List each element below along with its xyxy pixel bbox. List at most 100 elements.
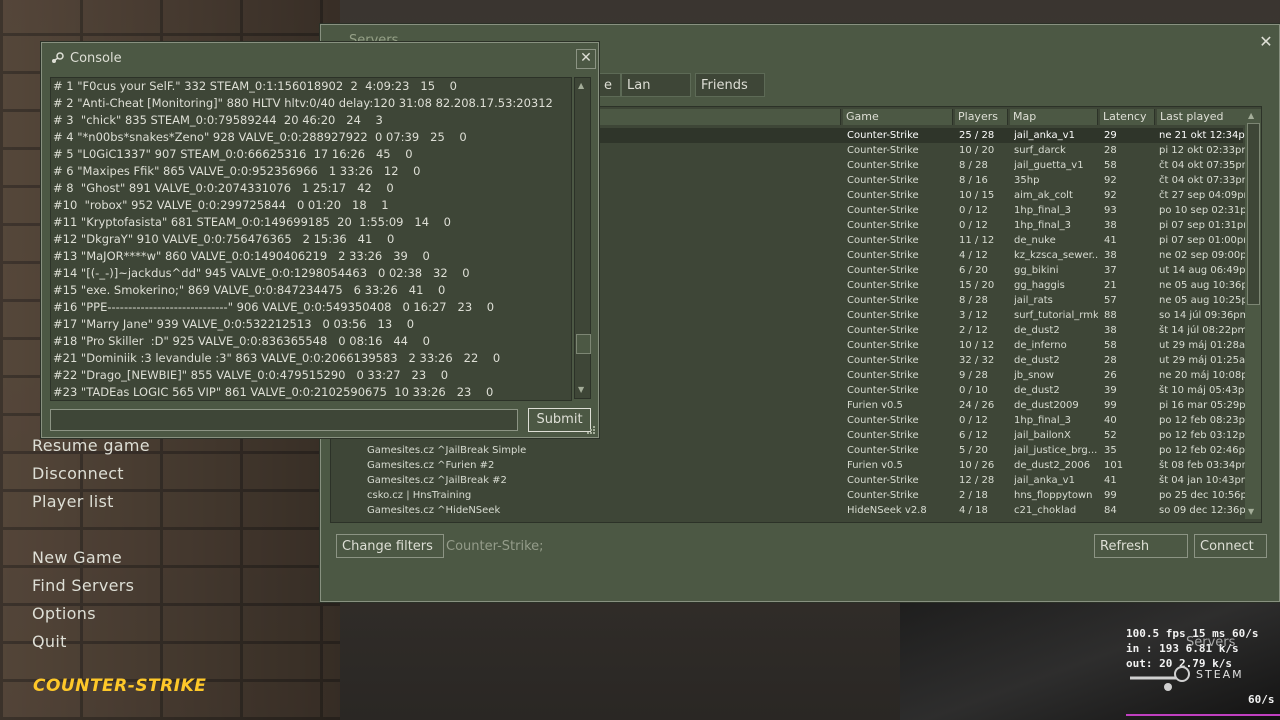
server-latency-cell: 39: [1104, 385, 1117, 396]
server-game-cell: Counter-Strike: [847, 430, 919, 441]
server-row[interactable]: Gamesites.cz ^JailBreak Simple Counter-St…: [331, 443, 1253, 458]
server-scroll-thumb[interactable]: [1247, 123, 1260, 305]
server-last-cell: po 12 feb 08:23pm: [1159, 415, 1253, 426]
menu-options[interactable]: Options: [32, 604, 150, 632]
connect-button[interactable]: Connect: [1194, 534, 1267, 558]
server-game-cell: Counter-Strike: [847, 490, 919, 501]
server-latency-cell: 57: [1104, 295, 1117, 306]
resize-grip-icon[interactable]: [586, 425, 596, 435]
server-last-cell: pi 07 sep 01:31pm: [1159, 220, 1253, 231]
server-map-cell: de_dust2: [1014, 325, 1060, 336]
server-row[interactable]: Gamesites.cz ^Furien #2 Furien v0.5 10 / 2…: [331, 458, 1251, 473]
server-latency-cell: 26: [1104, 370, 1117, 381]
server-players-cell: 12 / 28: [959, 475, 995, 486]
server-players-cell: 6 / 20: [959, 265, 988, 276]
menu-resume-game[interactable]: Resume game: [32, 436, 150, 464]
server-game-cell: Counter-Strike: [847, 265, 919, 276]
menu-quit[interactable]: Quit: [32, 632, 150, 660]
server-last-cell: čt 04 okt 07:33pm: [1159, 175, 1252, 186]
console-scroll-thumb[interactable]: [576, 334, 591, 354]
servers-overlay-label: Servers: [1186, 635, 1236, 650]
server-last-cell: ut 29 máj 01:25am: [1159, 355, 1253, 366]
server-players-cell: 11 / 12: [959, 235, 995, 246]
server-last-cell: so 09 dec 12:36pm: [1159, 505, 1253, 516]
server-map-cell: 35hp: [1014, 175, 1040, 186]
column-latency[interactable]: Latency: [1100, 109, 1155, 125]
filter-summary: Counter-Strike;: [446, 539, 544, 554]
server-row[interactable]: Gamesites.cz ^HideNSeek HideNSeek v2.8 4 /…: [331, 503, 1253, 518]
server-players-cell: 6 / 12: [959, 430, 988, 441]
server-map-cell: jb_snow: [1014, 370, 1054, 381]
server-latency-cell: 38: [1104, 250, 1117, 261]
console-line: #10 "robox" 952 VALVE_0:0:299725844 0 01…: [53, 198, 389, 212]
console-line: #12 "DkgraY" 910 VALVE_0:0:756476365 2 1…: [53, 232, 395, 246]
server-game-cell: Counter-Strike: [847, 205, 919, 216]
servers-close-button[interactable]: ✕: [1257, 33, 1275, 51]
server-game-cell: HideNSeek v2.8: [847, 505, 927, 516]
net-graph-rate: 60/s: [1248, 693, 1275, 706]
server-players-cell: 5 / 20: [959, 445, 988, 456]
server-last-cell: čt 27 sep 04:09pm: [1159, 190, 1253, 201]
server-latency-cell: 92: [1104, 175, 1117, 186]
server-list-scrollbar[interactable]: ▲ ▼: [1245, 109, 1261, 519]
console-close-button[interactable]: ✕: [576, 49, 596, 69]
server-game-cell: Counter-Strike: [847, 235, 919, 246]
menu-spacer: [32, 520, 150, 548]
column-players[interactable]: Players: [955, 109, 1008, 125]
server-map-cell: 1hp_final_3: [1014, 205, 1071, 216]
server-last-cell: pi 16 mar 05:29pm: [1159, 400, 1253, 411]
column-game[interactable]: Game: [843, 109, 953, 125]
console-scrollbar[interactable]: ▲ ▼: [574, 77, 591, 399]
scroll-up-icon[interactable]: ▲: [578, 81, 584, 90]
server-game-cell: Counter-Strike: [847, 295, 919, 306]
server-latency-cell: 28: [1104, 145, 1117, 156]
scroll-down-icon[interactable]: ▼: [1248, 507, 1254, 516]
server-latency-cell: 37: [1104, 265, 1117, 276]
server-name-cell: Gamesites.cz ^Furien #2: [367, 460, 495, 471]
server-last-cell: po 12 feb 02:46pm: [1159, 445, 1253, 456]
server-players-cell: 2 / 18: [959, 490, 988, 501]
menu-find-servers[interactable]: Find Servers: [32, 576, 150, 604]
server-last-cell: pi 07 sep 01:00pm: [1159, 235, 1253, 246]
server-row[interactable]: Gamesites.cz ^JailBreak #2 Counter-Strike…: [331, 473, 1251, 488]
scroll-down-icon[interactable]: ▼: [578, 385, 584, 394]
server-latency-cell: 21: [1104, 280, 1117, 291]
server-game-cell: Counter-Strike: [847, 340, 919, 351]
server-map-cell: gg_bikini: [1014, 265, 1059, 276]
server-last-cell: čt 04 okt 07:35pm: [1159, 160, 1252, 171]
console-titlebar[interactable]: Console ✕: [42, 43, 598, 73]
menu-disconnect[interactable]: Disconnect: [32, 464, 150, 492]
server-players-cell: 0 / 12: [959, 220, 988, 231]
server-map-cell: surf_darck: [1014, 145, 1066, 156]
server-name-cell: Gamesites.cz ^JailBreak Simple: [367, 445, 527, 456]
tab-favorites[interactable]: e: [599, 73, 621, 97]
server-game-cell: Counter-Strike: [847, 385, 919, 396]
server-map-cell: aim_ak_colt: [1014, 190, 1073, 201]
server-latency-cell: 92: [1104, 190, 1117, 201]
server-last-cell: so 14 júl 09:36pm: [1159, 310, 1250, 321]
console-input[interactable]: [50, 409, 518, 431]
change-filters-button[interactable]: Change filters: [336, 534, 444, 558]
server-row[interactable]: csko.cz | HnsTraining Counter-Strike 2 / 1…: [331, 488, 1253, 503]
server-last-cell: št 04 jan 10:43pm: [1159, 475, 1251, 486]
scroll-up-icon[interactable]: ▲: [1248, 111, 1254, 120]
column-last-played[interactable]: Last played: [1157, 109, 1250, 125]
server-last-cell: pi 12 okt 02:33pm: [1159, 145, 1252, 156]
server-map-cell: kz_kzsca_sewer...: [1014, 250, 1098, 261]
server-players-cell: 0 / 10: [959, 385, 988, 396]
server-name-cell: csko.cz | HnsTraining: [367, 490, 472, 501]
menu-new-game[interactable]: New Game: [32, 548, 150, 576]
column-map[interactable]: Map: [1010, 109, 1098, 125]
server-map-cell: de_dust2: [1014, 355, 1060, 366]
server-players-cell: 2 / 12: [959, 325, 988, 336]
submit-button[interactable]: Submit: [528, 408, 591, 432]
server-game-cell: Furien v0.5: [847, 400, 903, 411]
server-latency-cell: 28: [1104, 355, 1117, 366]
server-latency-cell: 35: [1104, 445, 1117, 456]
counter-strike-logo: COUNTER-STRIKE: [33, 676, 207, 696]
tab-friends[interactable]: Friends: [695, 73, 765, 97]
tab-lan[interactable]: Lan: [621, 73, 691, 97]
server-latency-cell: 38: [1104, 220, 1117, 231]
menu-player-list[interactable]: Player list: [32, 492, 150, 520]
refresh-button[interactable]: Refresh: [1094, 534, 1188, 558]
